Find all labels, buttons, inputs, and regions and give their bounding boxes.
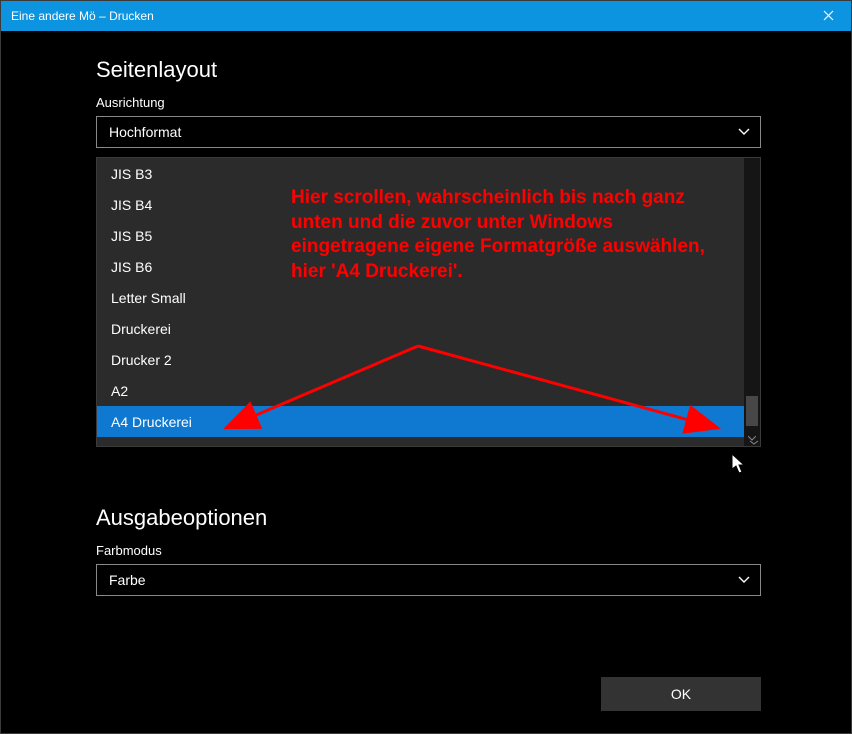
titlebar: Eine andere Mö – Drucken [1,1,851,31]
scrollbar-thumb[interactable] [746,396,758,426]
list-item[interactable]: Druckerei [97,313,760,344]
chevron-down-icon [738,125,750,139]
listbox-scrollbar[interactable] [744,158,760,446]
close-icon [823,8,834,24]
dialog-content: Seitenlayout Ausrichtung Hochformat JIS … [1,31,851,733]
orientation-label: Ausrichtung [96,95,761,110]
section-heading-output: Ausgabeoptionen [96,505,761,531]
orientation-value: Hochformat [109,124,181,140]
list-item[interactable]: Drucker 2 [97,344,760,375]
window-close-button[interactable] [805,1,851,31]
annotation-text: Hier scrollen, wahrscheinlich bis nach g… [291,186,721,285]
window-title: Eine andere Mö – Drucken [11,9,154,23]
ok-button-label: OK [671,686,691,702]
orientation-combobox[interactable]: Hochformat [96,116,761,148]
list-item[interactable]: JIS B3 [97,158,760,189]
ok-button[interactable]: OK [601,677,761,711]
list-item[interactable]: Letter Small [97,282,760,313]
chevron-down-icon [749,438,759,449]
colormode-value: Farbe [109,572,146,588]
list-item[interactable]: A4 Druckerei [97,406,760,437]
mouse-cursor-icon [731,453,747,480]
section-heading-layout: Seitenlayout [96,57,761,83]
colormode-label: Farbmodus [96,543,761,558]
print-dialog-window: Eine andere Mö – Drucken Seitenlayout Au… [0,0,852,734]
output-options-section: Ausgabeoptionen Farbmodus Farbe [96,505,761,596]
colormode-combobox[interactable]: Farbe [96,564,761,596]
list-item[interactable]: A2 [97,375,760,406]
chevron-down-icon [738,573,750,587]
